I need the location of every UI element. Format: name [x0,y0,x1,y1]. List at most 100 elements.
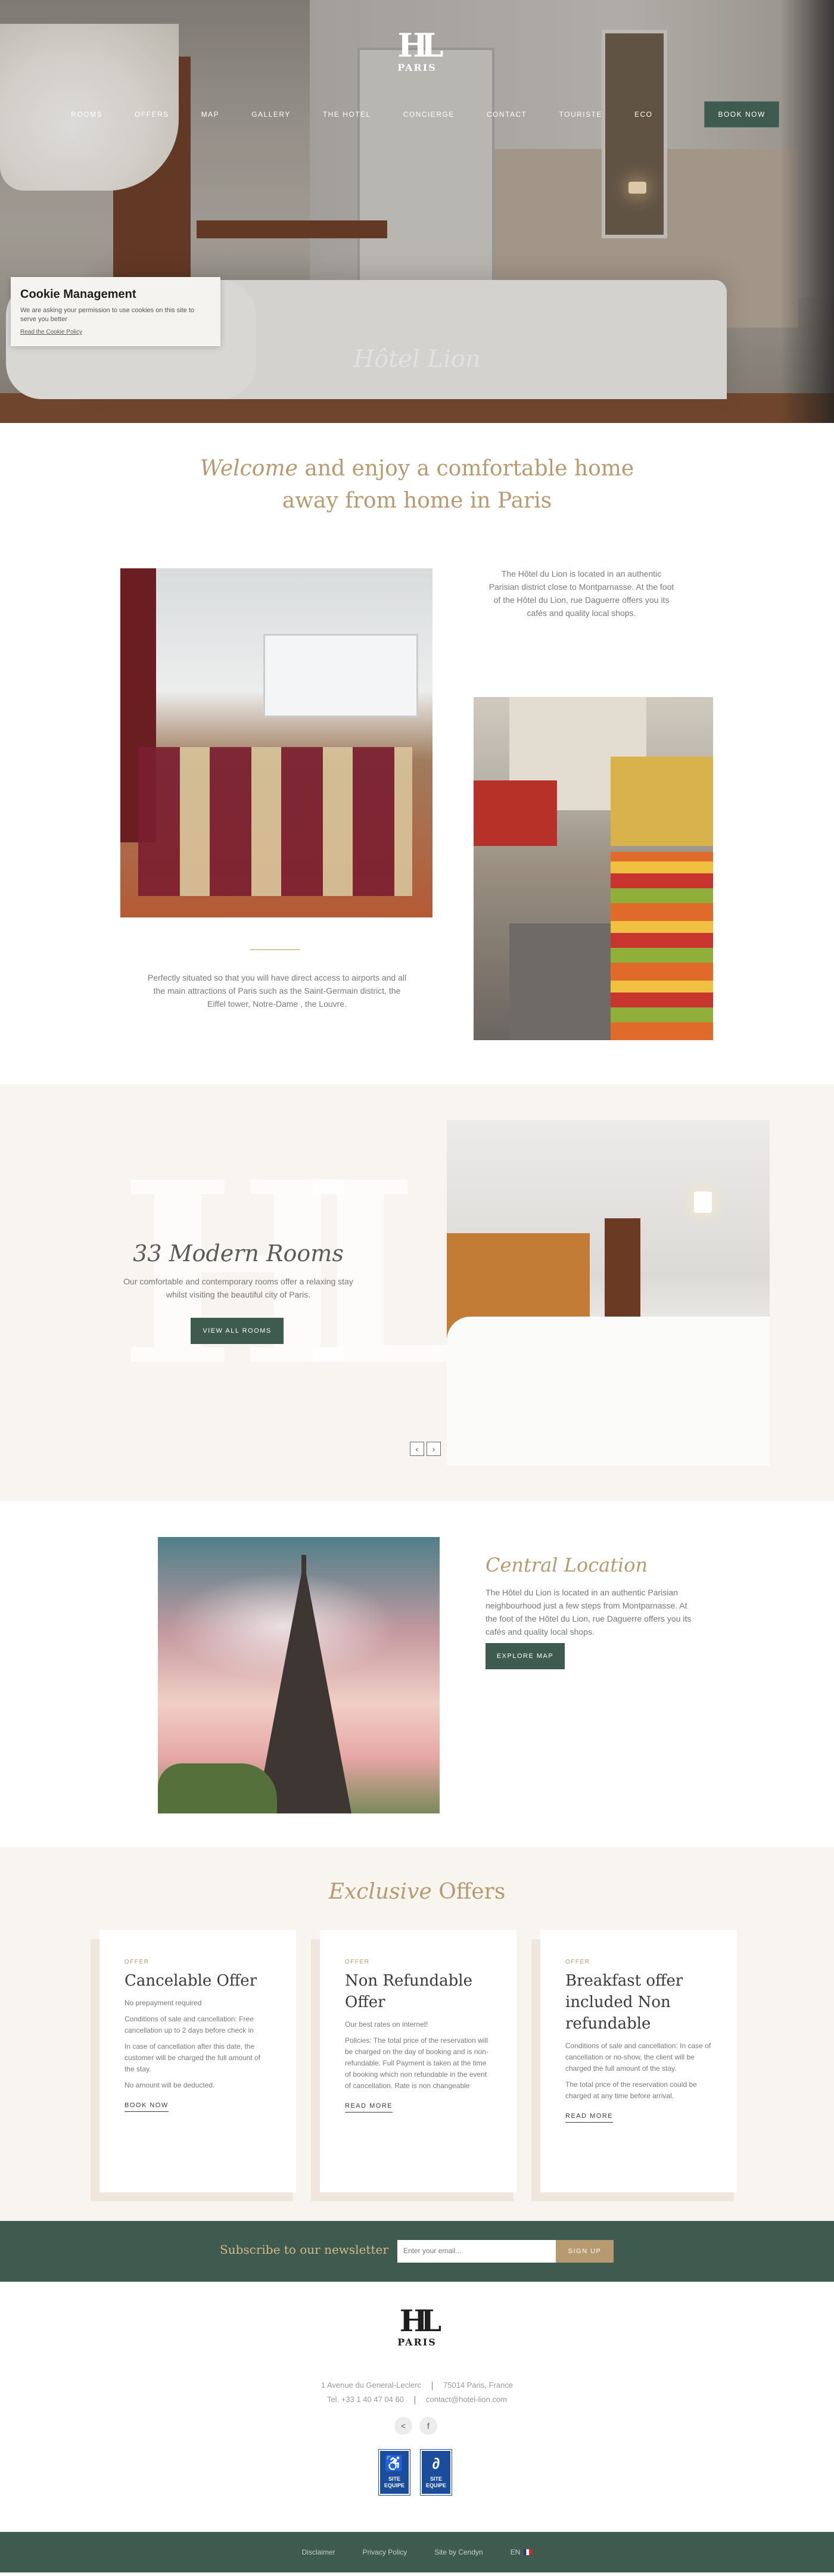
offer-paragraph: Conditions of sale and cancellation: Fre… [125,2015,254,2034]
offer-tag: OFFER [565,1959,590,1965]
rooms-text: Our comfortable and contemporary rooms o… [123,1277,353,1299]
eiffel-tower-shape [256,1561,351,1813]
restaurant-image [120,568,432,917]
welcome-line1: and enjoy a comfortable home [297,456,634,481]
offers-section: Exclusive Offers OFFER Cancelable Offer … [0,1847,834,2221]
footer-logo-mark: HL [399,2303,441,2338]
restaurant-chairs [138,747,412,896]
nav-rooms[interactable]: ROOMS [55,110,119,119]
market-street [509,923,611,1040]
offer-title: Breakfast offer included Non refundable [565,1972,683,2033]
offer-title: Non Refundable Offer [345,1972,472,2011]
nav-the-hotel[interactable]: THE HOTEL [307,110,387,119]
newsletter-label: Subscribe to our newsletter [220,2242,388,2257]
nav-map[interactable]: MAP [185,110,236,119]
explore-map-button[interactable]: EXPLORE MAP [486,1643,565,1669]
rooms-section: HL 33 Modern Rooms Our comfortable and c… [0,1084,834,1501]
logo-mark: HL [397,26,444,64]
room-bed [447,1317,770,1466]
slider-controls: ‹ › [410,1442,441,1456]
market-awning-red [474,780,557,846]
intro-text-2: Perfectly situated so that you will have… [147,973,407,1009]
hero: Hôtel Lion HL PARIS ROOMS OFFERS MAP GAL… [0,0,834,423]
offer-paragraph: No amount will be deducted. [125,2081,215,2089]
offer-paragraph: Our best rates on internet! [345,2020,428,2029]
intro-divider [250,949,300,950]
offer-read-more-link[interactable]: READ MORE [565,2113,614,2123]
cookie-policy-link[interactable]: Read the Cookie Policy [20,329,211,335]
footer-address-block: 1 Avenue du General-Leclerc 75014 Paris, … [0,2378,834,2407]
welcome-italic: Welcome [200,456,298,481]
hero-title: Hôtel Lion [353,346,481,373]
footer-phone[interactable]: Tel. +33 1 40 47 04 60 [327,2395,404,2404]
site-logo[interactable]: HL PARIS [392,26,444,73]
welcome-section: Welcome and enjoy a comfortable home awa… [0,423,834,542]
footer-postcode: 75014 Paris, France [443,2381,514,2390]
room-lamp [694,1191,712,1213]
logo-city: PARIS [397,62,437,73]
slider-prev-icon[interactable]: ‹ [410,1442,424,1456]
rooms-title: 33 Modern Rooms [133,1240,344,1267]
nav-offers[interactable]: OFFERS [119,110,185,119]
newsletter-signup-button[interactable]: SIGN UP [556,2240,614,2263]
language-selector[interactable]: EN [511,2548,533,2556]
nav-eco[interactable]: ECO [618,110,669,119]
badge-label: SITE EQUIPE [384,2476,404,2488]
offers-heading-rest: Offers [431,1880,506,1904]
eiffel-tower-spire [301,1555,306,1579]
offers-heading-italic: Exclusive [328,1880,432,1904]
footer: HL PARIS 1 Avenue du General-Leclerc 7501… [0,2282,834,2532]
welcome-heading: Welcome and enjoy a comfortable home awa… [0,453,834,517]
location-title: Central Location [486,1554,648,1576]
offers-heading: Exclusive Offers [0,1880,834,1904]
newsletter-email-input[interactable]: Enter your email... [397,2240,556,2263]
offer-tag: OFFER [125,1959,150,1965]
footer-email[interactable]: contact@hotel-lion.com [426,2395,507,2404]
offer-card: OFFER Cancelable Offer No prepayment req… [99,1930,296,2192]
offer-paragraph: No prepayment required [125,1999,202,2007]
cookie-title: Cookie Management [20,288,136,301]
slider-next-icon[interactable]: › [427,1442,441,1456]
market-awning-yellow [611,757,713,846]
book-now-button[interactable]: BOOK NOW [704,101,779,127]
site-by-link[interactable]: Site by Cendyn [434,2548,483,2556]
privacy-policy-link[interactable]: Privacy Policy [363,2548,407,2556]
nav-gallery[interactable]: GALLERY [235,110,307,119]
share-icon[interactable]: < [394,2417,412,2435]
disclaimer-link[interactable]: Disclaimer [302,2548,335,2556]
market-street-image [474,697,713,1040]
cookie-text: We are asking your permission to use coo… [20,307,195,323]
view-all-rooms-button[interactable]: VIEW ALL ROOMS [191,1318,284,1344]
welcome-line2: away from home in Paris [282,489,552,513]
restaurant-window [263,634,418,717]
offer-card: OFFER Non Refundable Offer Our best rate… [320,1930,516,2192]
wheelchair-icon: ♿ SITE EQUIPE [378,2449,410,2496]
footer-address: 1 Avenue du General-Leclerc [320,2381,422,2390]
nav-touriste[interactable]: TOURISTE [543,110,618,119]
offer-tag: OFFER [345,1959,370,1965]
footer-logo-city: PARIS [397,2337,437,2348]
badge-label: SITE EQUIPE [425,2476,446,2488]
nav-concierge[interactable]: CONCIERGE [387,110,471,119]
market-produce [611,852,713,1040]
nav-contact[interactable]: CONTACT [471,110,543,119]
wheelchair-glyph: ♿ [384,2454,404,2472]
offer-paragraph: The total price of the reservation could… [565,2080,697,2100]
cookie-banner: Cookie Management We are asking your per… [11,277,220,346]
offer-book-now-link[interactable]: BOOK NOW [125,2102,169,2112]
facebook-icon[interactable]: f [419,2417,437,2435]
footer-logo[interactable]: HL PARIS [393,2306,441,2348]
main-nav: ROOMS OFFERS MAP GALLERY THE HOTEL CONCI… [0,101,834,127]
offer-title: Cancelable Offer [125,1972,257,1990]
location-text: The Hôtel du Lion is located in an authe… [486,1588,692,1637]
bottom-bar: Disclaimer Privacy Policy Site by Cendyn… [0,2532,834,2572]
flag-icon [524,2549,533,2555]
offer-paragraph: Conditions of sale and cancellation: In … [565,2042,711,2073]
room-slide-image [447,1120,770,1466]
offer-paragraph: Policies: The total price of the reserva… [345,2036,488,2090]
offer-read-more-link[interactable]: READ MORE [345,2102,393,2113]
newsletter-bar: Subscribe to our newsletter Enter your e… [0,2221,834,2282]
language-code: EN [510,2548,521,2556]
intro-text-1: The Hôtel du Lion is located in an authe… [488,569,674,618]
eiffel-tower-image [158,1537,440,1813]
